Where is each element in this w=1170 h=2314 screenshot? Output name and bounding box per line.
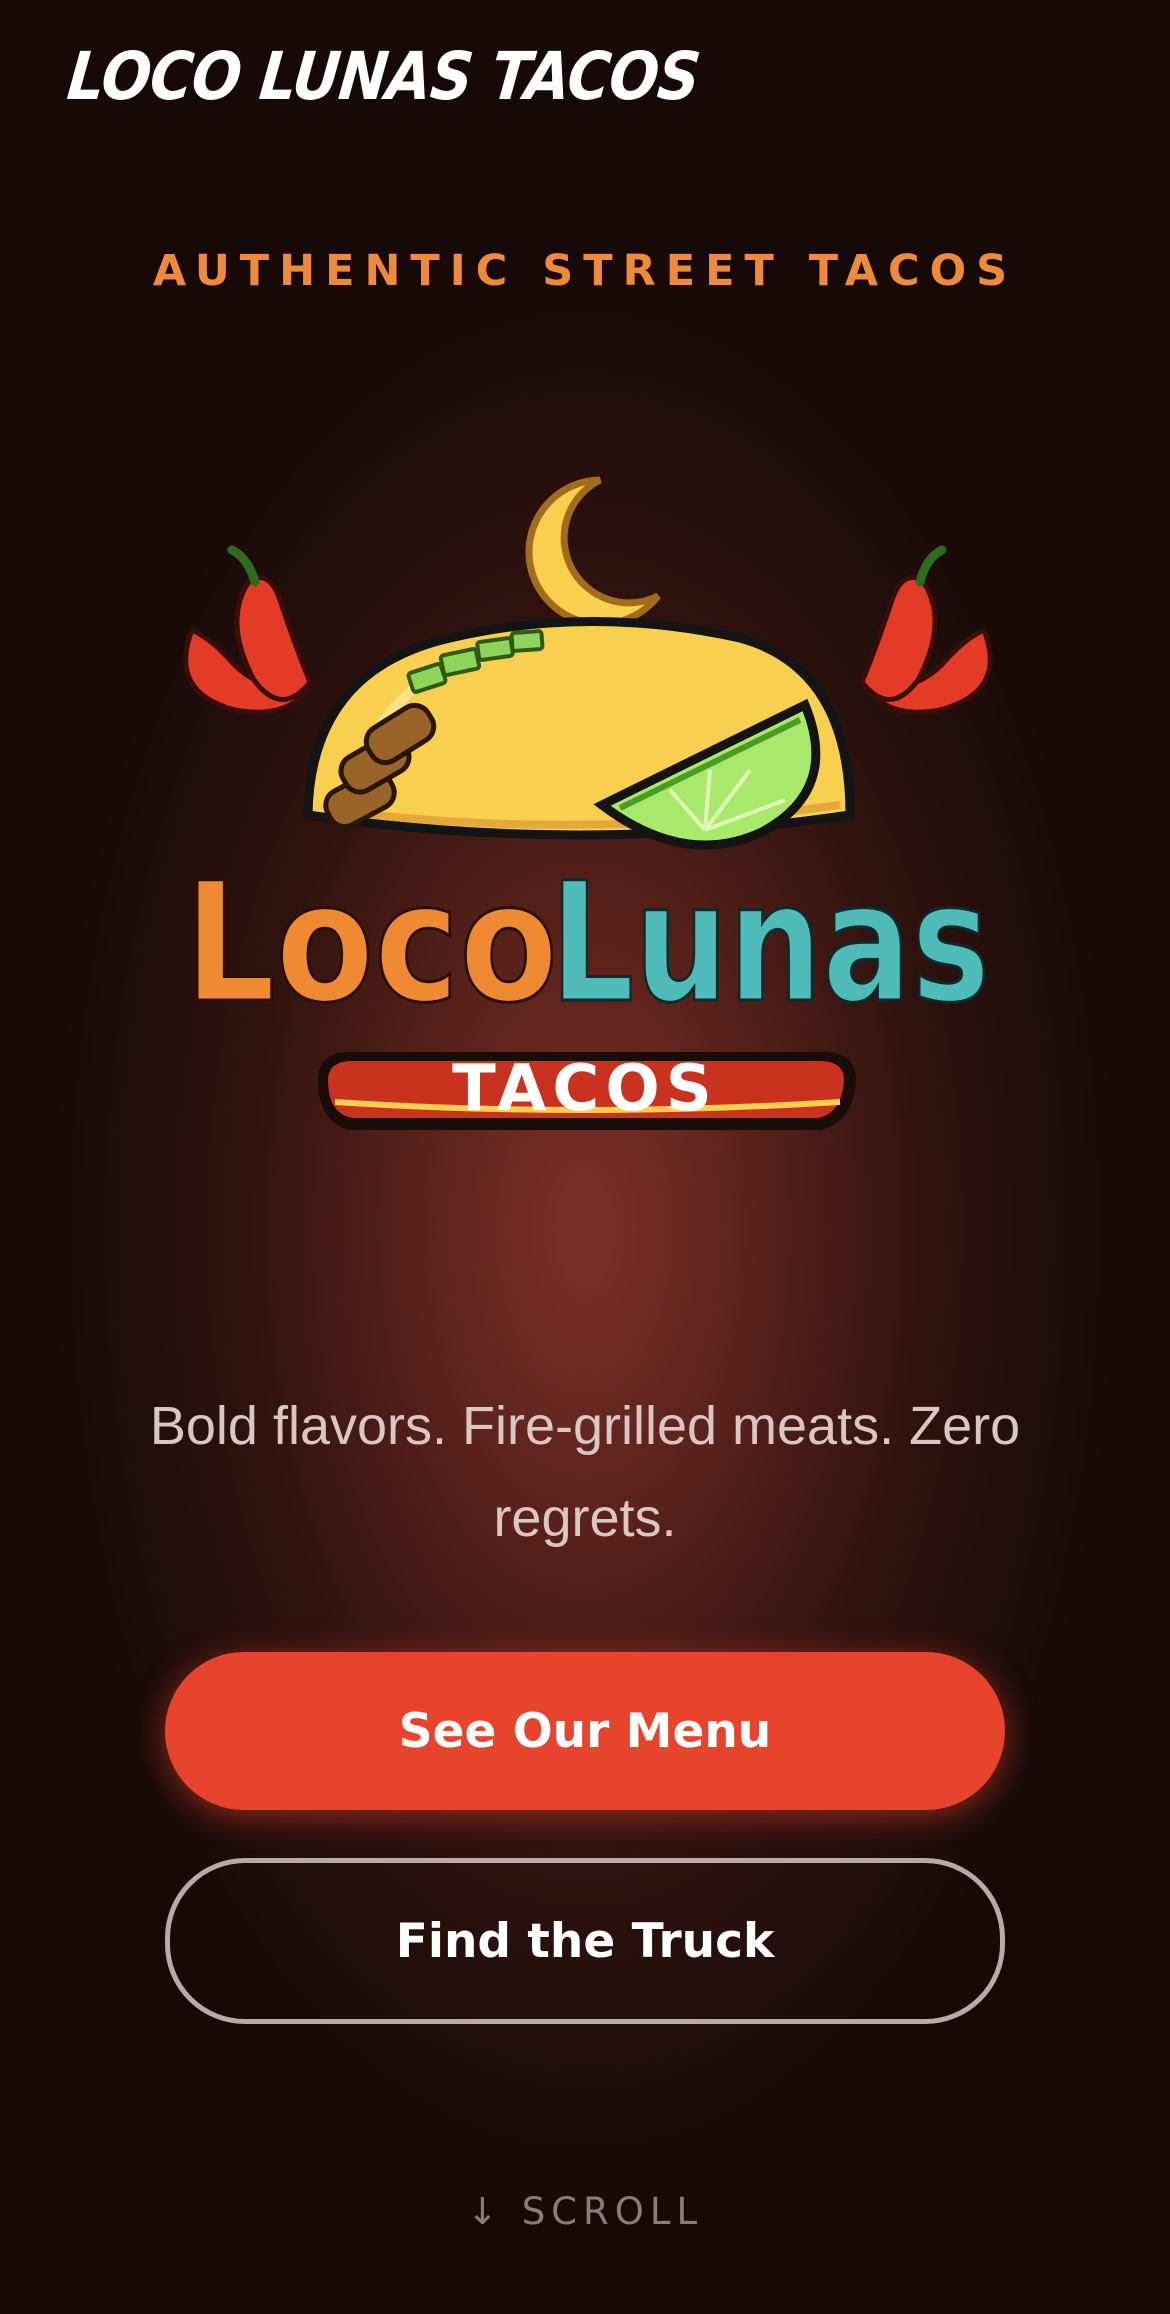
find-truck-button[interactable]: Find the Truck xyxy=(165,1858,1005,2024)
chili-pepper-icon xyxy=(859,545,993,715)
site-title[interactable]: LOCO LUNAS TACOS xyxy=(64,38,703,115)
find-truck-button-label: Find the Truck xyxy=(395,1913,775,1969)
scroll-label: SCROLL xyxy=(521,2190,704,2233)
logo-word-lunas: Lunas xyxy=(550,847,990,1039)
hero-tagline: AUTHENTIC STREET TACOS xyxy=(152,246,1018,296)
logo-banner-text: TACOS xyxy=(452,1052,718,1126)
chili-pepper-icon xyxy=(183,545,315,715)
brand-logo: Loco Lunas TACOS xyxy=(183,476,993,1130)
crescent-moon-icon xyxy=(525,476,661,628)
see-menu-button[interactable]: See Our Menu xyxy=(165,1652,1005,1810)
hero-subtitle: Bold flavors. Fire-grilled meats. Zero r… xyxy=(149,1396,1021,1548)
logo-banner: TACOS xyxy=(318,1052,856,1130)
arrow-down-icon: ↓ xyxy=(466,2190,504,2233)
logo-word-loco: Loco xyxy=(184,847,558,1039)
see-menu-button-label: See Our Menu xyxy=(398,1703,772,1759)
scroll-indicator[interactable]: ↓ SCROLL xyxy=(0,2190,1170,2233)
